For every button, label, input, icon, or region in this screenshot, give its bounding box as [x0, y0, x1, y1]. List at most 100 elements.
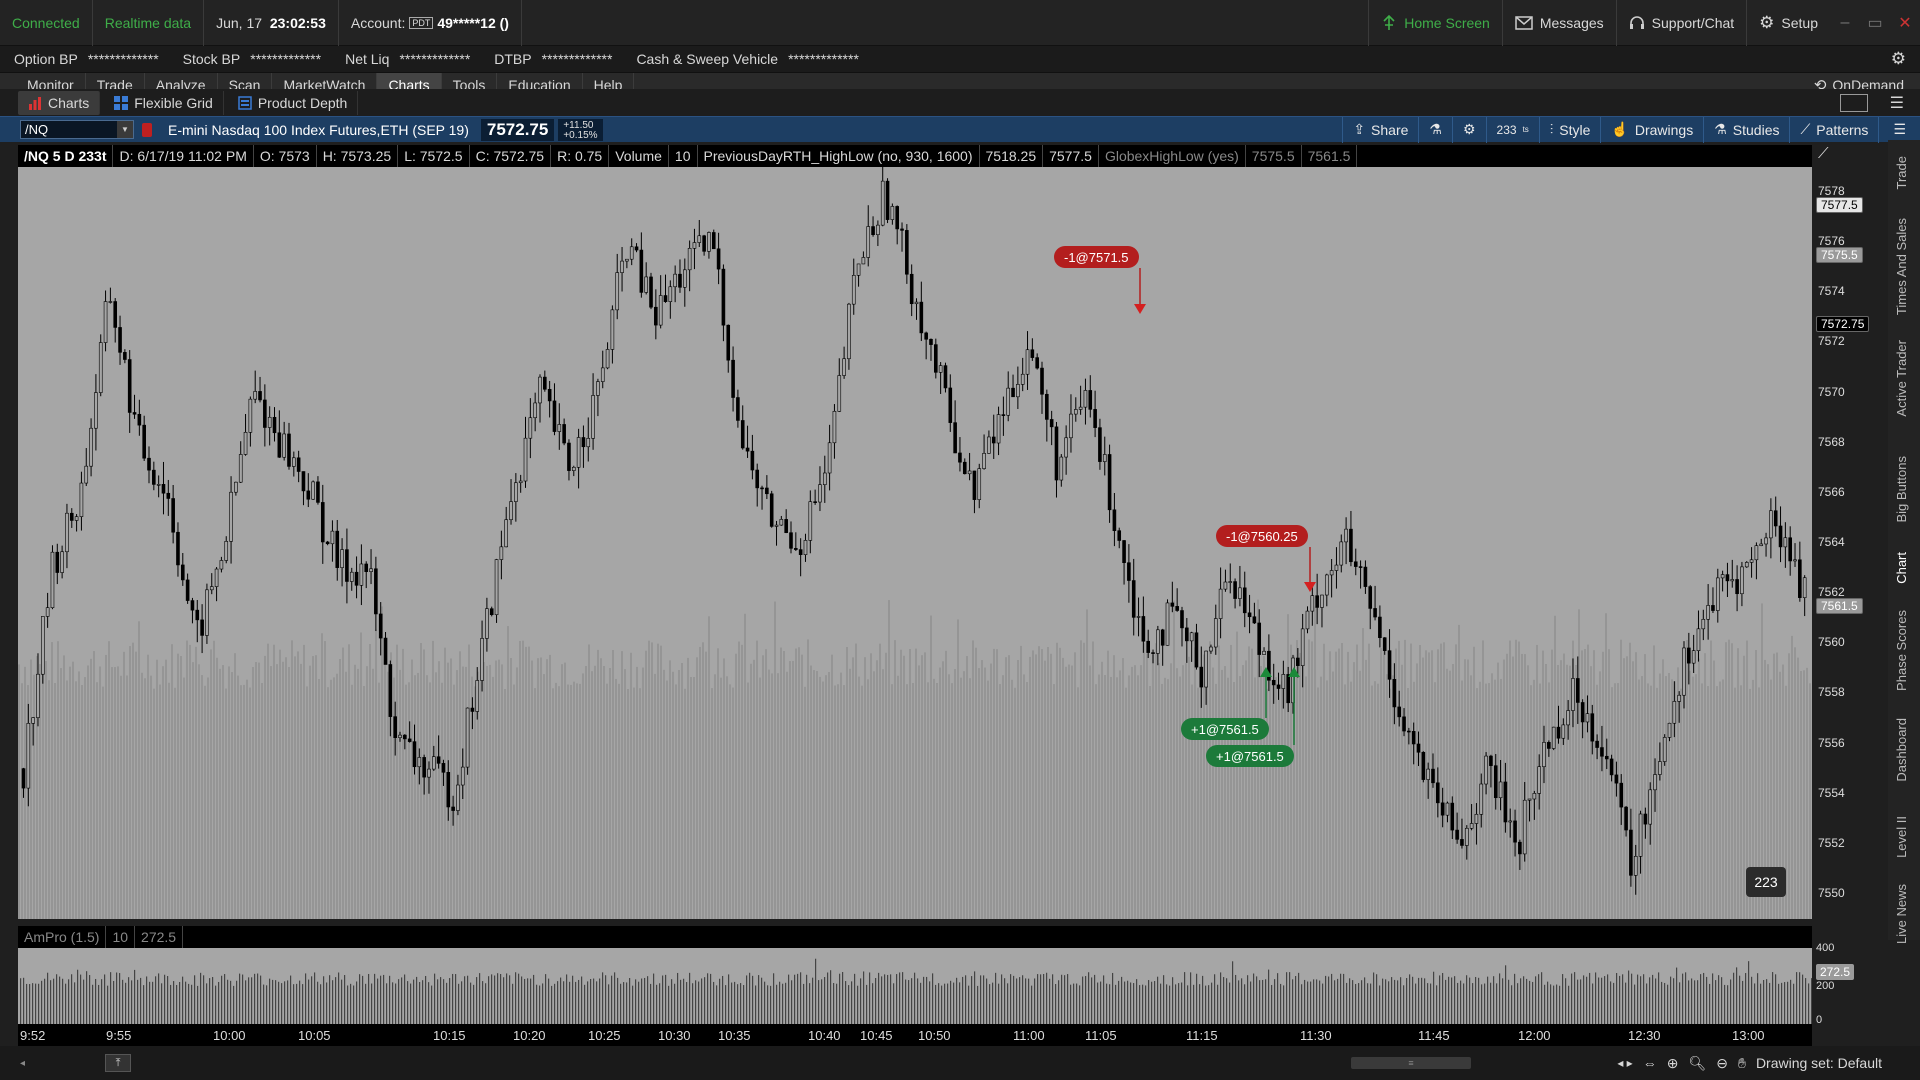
chart-settings-button[interactable]: ⚙ [1451, 116, 1486, 143]
vtab-phase-scores[interactable]: Phase Scores [1894, 610, 1909, 691]
candle-up [282, 433, 286, 458]
volume-bg-bar [1110, 676, 1112, 919]
vtab-live-news[interactable]: Live News [1894, 884, 1909, 944]
candle-up [1469, 823, 1474, 829]
zoom-out-icon[interactable]: ⊖ [1716, 1055, 1728, 1072]
style-button[interactable]: ⫶ Style [1538, 116, 1601, 143]
axis-tool-icon[interactable]: ⟋ [1818, 145, 1829, 162]
share-button[interactable]: ⇪ Share [1342, 116, 1418, 143]
home-screen-button[interactable]: Home Screen [1368, 0, 1502, 46]
volume-bg-bar [1212, 667, 1214, 919]
aggregation-selector[interactable]: 233 ts [1485, 116, 1539, 143]
volume-bar [59, 976, 61, 1024]
balance-stock-bp[interactable]: Stock BP ************* [169, 51, 331, 67]
scroll-left-icon[interactable]: ◂ [20, 1058, 25, 1069]
volume-bg-bar [54, 682, 56, 919]
volume-bar [1325, 975, 1327, 1024]
volume-bg-bar [1749, 688, 1751, 919]
chart-menu-icon[interactable]: ☰ [1878, 116, 1920, 143]
balance-option-bp[interactable]: Option BP ************* [0, 51, 169, 67]
volume-bar [1025, 978, 1027, 1024]
drawing-set-label[interactable]: Drawing set: Default [1756, 1055, 1882, 1071]
volume-bg-bar [861, 685, 863, 919]
settings-gear-icon[interactable]: ⚙ [1891, 49, 1920, 69]
layout-window-icon[interactable] [1839, 93, 1868, 112]
balance-dtbp[interactable]: DTBP ************* [480, 51, 622, 67]
volume-bar [1484, 983, 1486, 1024]
volume-chart[interactable] [18, 948, 1812, 1024]
drawings-button[interactable]: ☝ Drawings [1600, 116, 1703, 143]
messages-button[interactable]: Messages [1501, 0, 1616, 46]
vtab-big-buttons[interactable]: Big Buttons [1894, 456, 1909, 523]
candle-down [1590, 713, 1595, 742]
scroll-arrows-icon[interactable]: ◂ ▸ [1617, 1056, 1632, 1070]
patterns-button[interactable]: ⟋ Patterns [1789, 116, 1878, 143]
candle-down [436, 756, 441, 764]
volume-bar [1229, 982, 1231, 1024]
pan-hand-icon[interactable]: ✋︎ [1738, 1055, 1746, 1072]
candle-up [610, 309, 615, 350]
expand-horizontal-icon[interactable]: ⇔ [1643, 1055, 1657, 1071]
balance-net-liq[interactable]: Net Liq ************* [331, 51, 480, 67]
info-study1[interactable]: PreviousDayRTH_HighLow (no, 930, 1600) [698, 145, 980, 167]
maximize-icon[interactable]: ▭ [1860, 13, 1890, 33]
volume-bg-bar [1758, 687, 1760, 919]
price-axis[interactable]: 7578 7576 7574 7572 7570 7568 7566 7564 7562 7560… [1812, 145, 1888, 919]
vtab-level-ii[interactable]: Level II [1894, 816, 1909, 858]
volume-bar [416, 976, 418, 1024]
subtab-flexible-grid[interactable]: Flexible Grid [104, 90, 224, 115]
balance-cash-sweep[interactable]: Cash & Sweep Vehicle ************* [622, 51, 868, 67]
candle-up [1320, 594, 1324, 608]
collapse-panel-icon[interactable]: ⤒ [105, 1054, 132, 1072]
account-selector[interactable]: Account: PDT 49*****12 () [339, 0, 522, 46]
vtab-times-sales[interactable]: Times And Sales [1894, 218, 1909, 315]
chevron-down-icon[interactable]: ▼ [117, 121, 133, 138]
time-axis[interactable]: 9:52 9:55 10:00 10:05 10:15 10:20 10:25 10:30 10… [18, 1024, 1812, 1046]
candle-up [683, 269, 687, 288]
horizontal-scrollbar[interactable]: ≡ [1351, 1057, 1472, 1069]
volume-bar [1118, 980, 1120, 1024]
volume-study-name[interactable]: AmPro (1.5) [18, 926, 107, 948]
time-tick: 11:05 [1085, 1028, 1117, 1043]
zoom-in-icon[interactable]: 🔍︎ [1688, 1055, 1706, 1072]
support-chat-button[interactable]: Support/Chat [1615, 0, 1747, 46]
candle-up [1020, 373, 1025, 385]
subtab-product-depth[interactable]: Product Depth [228, 90, 359, 115]
volume-bar [194, 975, 196, 1024]
minimize-icon[interactable]: – [1830, 14, 1860, 32]
volume-bar [1460, 980, 1462, 1024]
vtab-dashboard[interactable]: Dashboard [1894, 718, 1909, 782]
volume-bg-bar [1218, 645, 1220, 919]
candle-up [1324, 574, 1329, 596]
volume-bar [560, 977, 562, 1024]
studies-button[interactable]: ⚗ Studies [1703, 116, 1789, 143]
volume-bg-bar [327, 687, 329, 919]
volume-bar [1640, 976, 1642, 1024]
vtab-chart[interactable]: Chart [1894, 552, 1909, 584]
subtab-charts[interactable]: Charts [18, 90, 101, 115]
vtab-trade[interactable]: Trade [1894, 156, 1909, 189]
candle-up [851, 275, 856, 305]
list-menu-icon[interactable]: ☰ [1890, 93, 1904, 113]
link-color-icon[interactable] [142, 122, 152, 137]
volume-bar [1547, 981, 1549, 1024]
volume-bar [794, 974, 796, 1024]
price-chart[interactable] [18, 167, 1812, 919]
symbol-description: E-mini Nasdaq 100 Index Futures,ETH (SEP… [168, 121, 469, 138]
candle-down [272, 416, 277, 434]
setup-button[interactable]: ⚙ Setup [1746, 0, 1830, 46]
data-mode[interactable]: Realtime data [93, 0, 205, 46]
symbol-input[interactable]: /NQ ▼ [20, 120, 134, 139]
price-tick: 7566 [1818, 484, 1845, 499]
volume-bar [1802, 974, 1804, 1024]
vtab-active-trader[interactable]: Active Trader [1894, 340, 1909, 417]
volume-bar [551, 985, 553, 1024]
flask-button[interactable]: ⚗ [1418, 116, 1452, 143]
crosshair-icon[interactable]: ⊕ [1667, 1055, 1679, 1072]
volume-bar [1331, 973, 1333, 1024]
volume-bar [470, 982, 472, 1024]
candle-up [431, 756, 436, 770]
subtab-label: Charts [48, 94, 90, 111]
close-icon[interactable]: ✕ [1890, 13, 1920, 33]
info-study2[interactable]: GlobexHighLow (yes) [1099, 145, 1246, 167]
